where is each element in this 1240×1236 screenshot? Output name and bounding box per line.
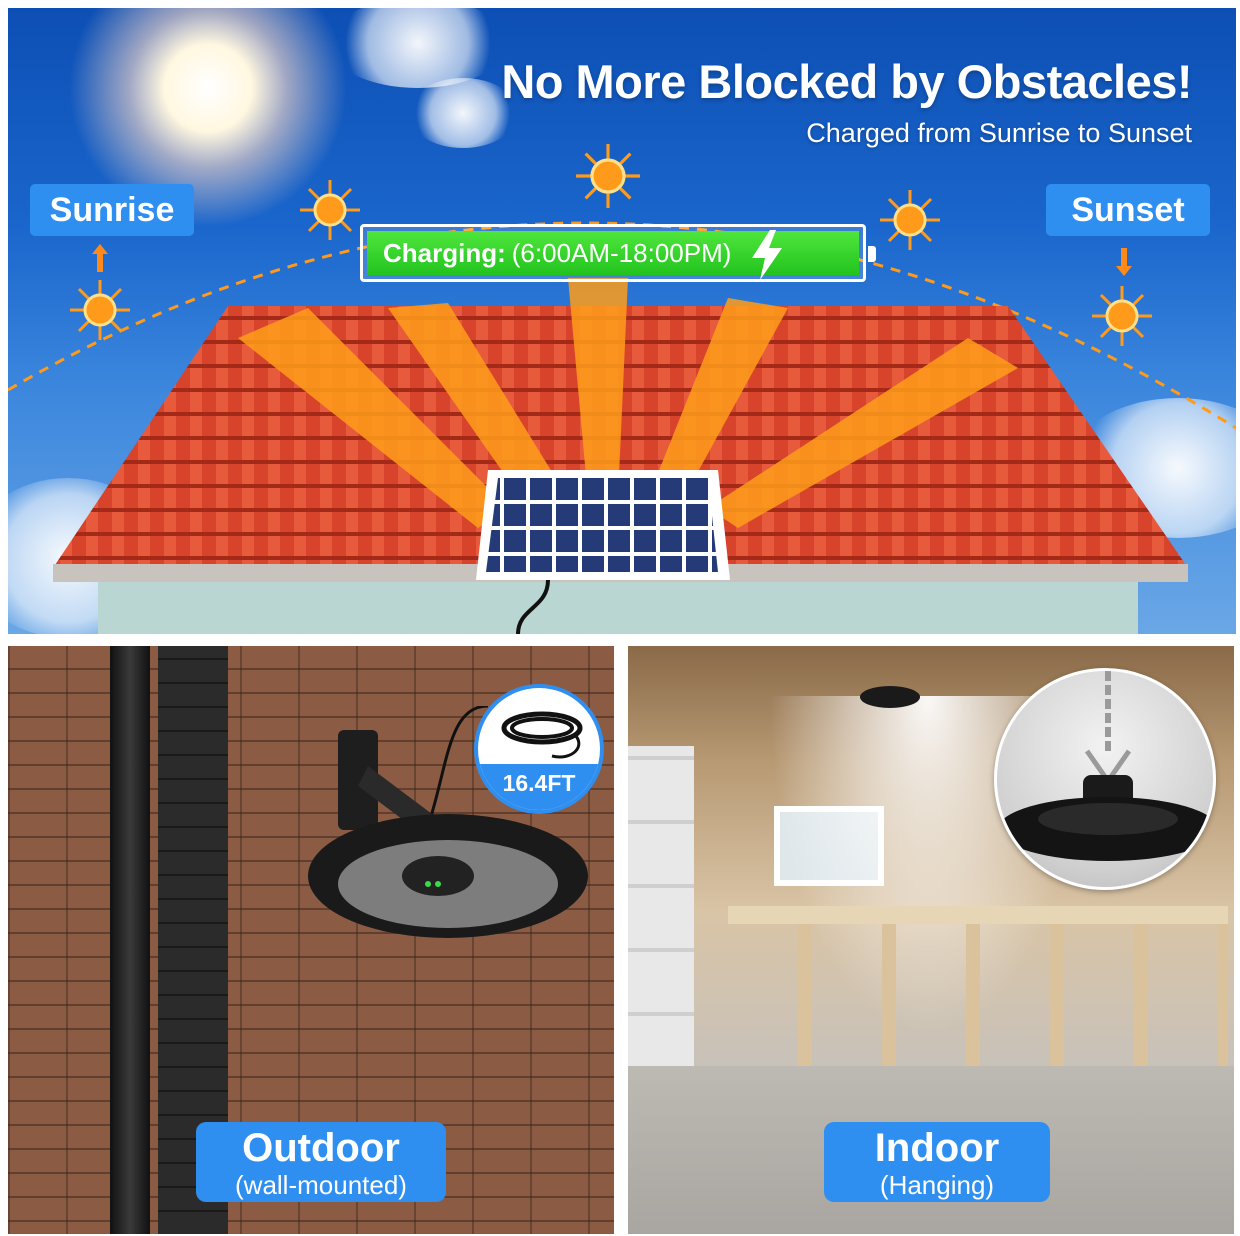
sun-icon bbox=[300, 180, 360, 240]
charging-label: Charging: bbox=[383, 237, 506, 268]
lightning-bolt-icon bbox=[752, 230, 782, 280]
hanging-light bbox=[860, 686, 920, 708]
solar-panel bbox=[486, 478, 718, 572]
drain-pipe bbox=[110, 646, 150, 1234]
outdoor-subtitle: (wall-mounted) bbox=[235, 1170, 407, 1200]
sun-icon bbox=[880, 190, 940, 250]
cable-length: 16.4FT bbox=[478, 764, 600, 810]
sunrise-tag: Sunrise bbox=[30, 184, 194, 236]
sunset-tag: Sunset bbox=[1046, 184, 1210, 236]
hanging-hook-detail bbox=[994, 668, 1216, 890]
sun-icon bbox=[70, 280, 130, 340]
outdoor-label: Outdoor (wall-mounted) bbox=[196, 1122, 446, 1202]
sun-icon bbox=[576, 144, 640, 208]
indoor-subtitle: (Hanging) bbox=[879, 1170, 995, 1200]
headline: No More Blocked by Obstacles! bbox=[501, 55, 1192, 108]
indoor-label: Indoor (Hanging) bbox=[824, 1122, 1050, 1202]
charging-hours: (6:00AM-18:00PM) bbox=[511, 237, 732, 268]
arrow-up-icon bbox=[92, 244, 108, 272]
cable-length-badge: 16.4FT bbox=[474, 684, 604, 814]
motion-sensor bbox=[402, 856, 474, 896]
sky-roof-scene: No More Blocked by Obstacles! Charged fr… bbox=[8, 8, 1236, 634]
sun-icon bbox=[1092, 286, 1152, 346]
coiled-cable-icon bbox=[501, 711, 583, 759]
house-wall bbox=[98, 580, 1138, 634]
indoor-title: Indoor bbox=[874, 1126, 1000, 1170]
workbench bbox=[728, 906, 1228, 1066]
subheadline: Charged from Sunrise to Sunset bbox=[806, 118, 1192, 148]
garage-door bbox=[628, 746, 694, 1076]
arrow-down-icon bbox=[1116, 248, 1132, 276]
outdoor-title: Outdoor bbox=[242, 1126, 400, 1170]
charging-battery-bar: Charging: (6:00AM-18:00PM) bbox=[360, 224, 866, 282]
charging-fill: Charging: (6:00AM-18:00PM) bbox=[367, 231, 859, 275]
hook-closeup bbox=[998, 671, 1213, 861]
battery-terminal bbox=[868, 246, 876, 262]
